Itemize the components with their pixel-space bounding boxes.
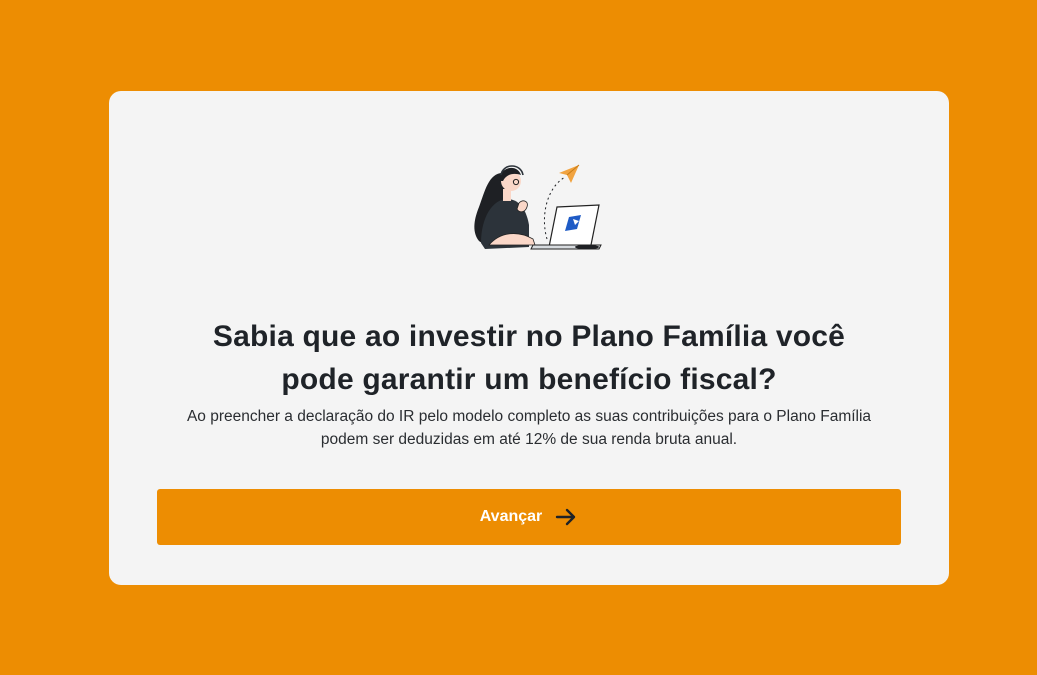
info-card: Sabia que ao investir no Plano Família v… — [109, 91, 949, 585]
arrow-right-icon — [554, 505, 578, 529]
woman-with-laptop-illustration-icon — [461, 159, 605, 255]
next-button-label: Avançar — [479, 508, 543, 525]
next-button[interactable]: Avançar — [157, 489, 901, 545]
title-line: Sabia que ao investir no Plano Família v… — [212, 320, 846, 353]
title-line: pode garantir um benefício fiscal? — [281, 363, 777, 396]
page-title: Sabia que ao investir no Plano Família v… — [149, 315, 909, 401]
description-line: Ao preencher a declaração do IR pelo mod… — [186, 408, 872, 425]
description-text: Ao preencher a declaração do IR pelo mod… — [149, 405, 909, 451]
description-line: podem ser deduzidas em até 12% de sua re… — [320, 431, 738, 448]
